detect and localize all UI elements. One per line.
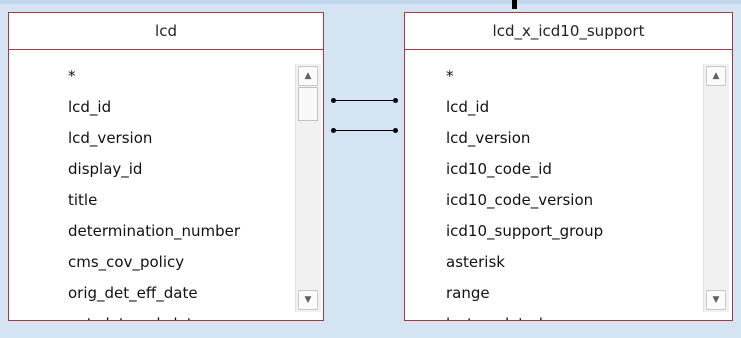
field-orig-det-eff-date[interactable]: orig_det_eff_date — [68, 284, 198, 302]
field-cms-cov-policy[interactable]: cms_cov_policy — [68, 253, 184, 271]
scroll-thumb[interactable] — [298, 87, 318, 121]
field-lcd-id[interactable]: lcd_id — [446, 98, 489, 116]
partial-table-edge — [512, 0, 517, 9]
field-asterisk[interactable]: * — [68, 67, 76, 85]
table-title[interactable]: lcd — [9, 13, 323, 50]
field-last-updated[interactable]: last_updated — [446, 315, 543, 320]
relationship-endpoint-right — [393, 128, 398, 133]
field-icd10-code-id[interactable]: icd10_code_id — [446, 160, 552, 178]
field-lcd-version[interactable]: lcd_version — [446, 129, 530, 147]
relationship-endpoint-right — [393, 98, 398, 103]
table-lcd[interactable]: lcd * lcd_id lcd_version display_id titl… — [8, 12, 324, 321]
scroll-up-icon[interactable]: ▲ — [706, 66, 726, 86]
field-range[interactable]: range — [446, 284, 490, 302]
scroll-down-icon[interactable]: ▼ — [298, 290, 318, 310]
vertical-scrollbar[interactable]: ▲ ▼ — [295, 64, 321, 312]
scroll-up-icon[interactable]: ▲ — [298, 66, 318, 86]
vertical-scrollbar[interactable]: ▲ ▼ — [703, 64, 729, 312]
table-title[interactable]: lcd_x_icd10_support — [405, 13, 732, 50]
field-ent-det-end-date[interactable]: ent_det_end_date — [68, 315, 202, 320]
field-title[interactable]: title — [68, 191, 97, 209]
table-lcd-x-icd10-support[interactable]: lcd_x_icd10_support * lcd_id lcd_version… — [404, 12, 733, 321]
relationship-line-lcd-id[interactable] — [333, 100, 396, 101]
field-list[interactable]: * lcd_id lcd_version icd10_code_id icd10… — [405, 49, 732, 320]
field-display-id[interactable]: display_id — [68, 160, 142, 178]
field-lcd-id[interactable]: lcd_id — [68, 98, 111, 116]
scroll-down-icon[interactable]: ▼ — [706, 290, 726, 310]
field-icd10-code-version[interactable]: icd10_code_version — [446, 191, 593, 209]
field-asterisk-flag[interactable]: asterisk — [446, 253, 505, 271]
query-design-canvas: lcd * lcd_id lcd_version display_id titl… — [0, 0, 741, 338]
field-lcd-version[interactable]: lcd_version — [68, 129, 152, 147]
relationship-line-lcd-version[interactable] — [333, 130, 396, 131]
field-list[interactable]: * lcd_id lcd_version display_id title de… — [9, 49, 323, 320]
canvas-top-band — [0, 0, 741, 4]
field-asterisk[interactable]: * — [446, 67, 454, 85]
field-determination-number[interactable]: determination_number — [68, 222, 240, 240]
field-icd10-support-group[interactable]: icd10_support_group — [446, 222, 603, 240]
